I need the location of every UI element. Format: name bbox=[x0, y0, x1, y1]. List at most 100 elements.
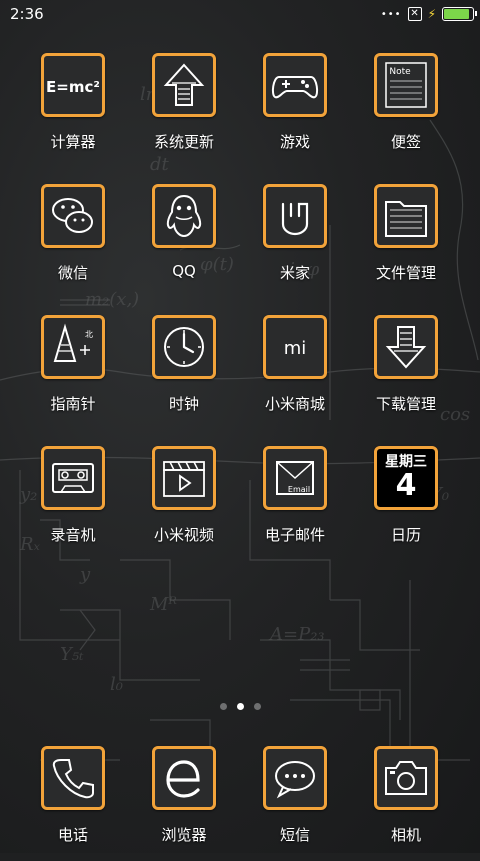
compass-icon: 北 bbox=[53, 323, 93, 362]
svg-text:北: 北 bbox=[85, 330, 93, 339]
app-system-update[interactable]: 系统更新 bbox=[129, 53, 239, 168]
sms-bubble-icon bbox=[275, 761, 315, 799]
qq-penguin-icon bbox=[166, 194, 202, 238]
app-label: 时钟 bbox=[168, 395, 199, 413]
svg-text:E=mc²: E=mc² bbox=[47, 78, 99, 96]
dock-sms[interactable]: 短信 bbox=[240, 746, 350, 861]
calendar-icon: 星期三 4 bbox=[374, 446, 438, 510]
svg-text:l₀: l₀ bbox=[110, 674, 123, 695]
svg-text:Note: Note bbox=[389, 67, 411, 77]
mi-store-icon: mi bbox=[284, 338, 307, 359]
app-download-manager[interactable]: 下载管理 bbox=[351, 315, 461, 430]
calculator-emc2-icon: E=mc² bbox=[47, 61, 99, 109]
app-mijia[interactable]: 米家 bbox=[240, 184, 350, 299]
app-label: 便签 bbox=[390, 133, 421, 151]
app-mi-video[interactable]: 小米视频 bbox=[129, 446, 239, 561]
app-notes[interactable]: Note 便签 bbox=[351, 53, 461, 168]
app-label: 相机 bbox=[390, 826, 421, 844]
app-qq[interactable]: QQ bbox=[129, 184, 239, 299]
system-update-arrow-icon bbox=[163, 63, 205, 106]
app-tile: Email bbox=[263, 446, 327, 510]
app-tile bbox=[152, 746, 216, 810]
app-label: 小米商城 bbox=[264, 395, 325, 413]
battery-icon bbox=[442, 7, 477, 21]
dock-phone[interactable]: 电话 bbox=[18, 746, 128, 861]
app-email[interactable]: Email 电子邮件 bbox=[240, 446, 350, 561]
video-clapper-icon bbox=[163, 461, 205, 497]
app-label: 短信 bbox=[279, 826, 310, 844]
phone-icon bbox=[52, 759, 94, 799]
gamepad-icon bbox=[271, 76, 319, 99]
page-dot-active[interactable] bbox=[236, 702, 244, 710]
app-tile bbox=[374, 746, 438, 810]
battery-fill bbox=[444, 9, 469, 19]
page-indicator[interactable] bbox=[0, 700, 480, 712]
app-recorder[interactable]: 录音机 bbox=[18, 446, 128, 561]
calendar-day: 4 bbox=[395, 468, 417, 503]
app-tile bbox=[263, 184, 327, 248]
app-calculator[interactable]: E=mc² 计算器 bbox=[18, 53, 128, 168]
svg-text:Email: Email bbox=[288, 485, 310, 494]
app-label: 浏览器 bbox=[161, 826, 207, 844]
app-tile bbox=[263, 746, 327, 810]
app-label: 微信 bbox=[57, 264, 88, 282]
app-calendar[interactable]: 星期三 4 日历 bbox=[351, 446, 461, 561]
app-wechat[interactable]: 微信 bbox=[18, 184, 128, 299]
email-icon: Email bbox=[276, 461, 314, 495]
status-time: 2:36 bbox=[10, 5, 44, 23]
app-label: 日历 bbox=[390, 526, 421, 544]
mijia-icon bbox=[281, 202, 309, 236]
app-tile bbox=[152, 53, 216, 117]
app-label: 录音机 bbox=[50, 526, 96, 544]
app-label: 小米视频 bbox=[153, 526, 214, 544]
svg-text:A=P₂₃: A=P₂₃ bbox=[268, 624, 325, 645]
app-label: 计算器 bbox=[50, 133, 96, 151]
wechat-icon bbox=[52, 198, 93, 233]
svg-text:Mᴿ: Mᴿ bbox=[149, 594, 177, 615]
app-tile: Note bbox=[374, 53, 438, 117]
app-label: 系统更新 bbox=[153, 133, 214, 151]
page-dot[interactable] bbox=[219, 702, 227, 710]
svg-text:mi: mi bbox=[284, 338, 307, 359]
app-label: QQ bbox=[172, 262, 196, 280]
file-folder-icon bbox=[385, 201, 427, 237]
app-tile: 北 bbox=[41, 315, 105, 379]
app-label: 指南针 bbox=[50, 395, 96, 413]
clock-icon bbox=[164, 327, 204, 367]
status-icons: ••• ✕ ⚡ bbox=[380, 6, 477, 22]
app-tile bbox=[152, 446, 216, 510]
app-mi-store[interactable]: mi 小米商城 bbox=[240, 315, 350, 430]
dock-camera[interactable]: 相机 bbox=[351, 746, 461, 861]
no-sim-icon: ✕ bbox=[407, 7, 422, 21]
app-tile bbox=[374, 184, 438, 248]
app-label: 电子邮件 bbox=[264, 526, 325, 544]
notes-icon: Note bbox=[385, 62, 427, 108]
status-bar: 2:36 ••• ✕ ⚡ bbox=[0, 0, 480, 28]
app-file-manager[interactable]: 文件管理 bbox=[351, 184, 461, 299]
svg-text:Y₅ₜ: Y₅ₜ bbox=[60, 644, 84, 665]
app-label: 游戏 bbox=[279, 133, 310, 151]
app-tile bbox=[41, 746, 105, 810]
app-tile bbox=[152, 184, 216, 248]
camera-icon bbox=[385, 761, 427, 795]
dock-browser[interactable]: 浏览器 bbox=[129, 746, 239, 861]
charging-bolt-icon: ⚡ bbox=[427, 7, 436, 21]
cassette-recorder-icon bbox=[52, 463, 94, 493]
app-tile: mi bbox=[263, 315, 327, 379]
app-tile bbox=[263, 53, 327, 117]
page-dot[interactable] bbox=[253, 702, 261, 710]
app-clock[interactable]: 时钟 bbox=[129, 315, 239, 430]
app-label: 文件管理 bbox=[375, 264, 436, 282]
app-label: 电话 bbox=[57, 826, 88, 844]
more-dots-icon: ••• bbox=[380, 8, 402, 20]
download-arrow-icon bbox=[385, 326, 427, 369]
app-label: 下载管理 bbox=[375, 395, 436, 413]
app-tile bbox=[374, 315, 438, 379]
app-tile bbox=[41, 184, 105, 248]
app-compass[interactable]: 北 指南针 bbox=[18, 315, 128, 430]
app-games[interactable]: 游戏 bbox=[240, 53, 350, 168]
app-tile: E=mc² bbox=[41, 53, 105, 117]
app-label: 米家 bbox=[279, 264, 310, 282]
browser-e-icon bbox=[166, 760, 200, 798]
svg-text:y: y bbox=[79, 564, 91, 585]
